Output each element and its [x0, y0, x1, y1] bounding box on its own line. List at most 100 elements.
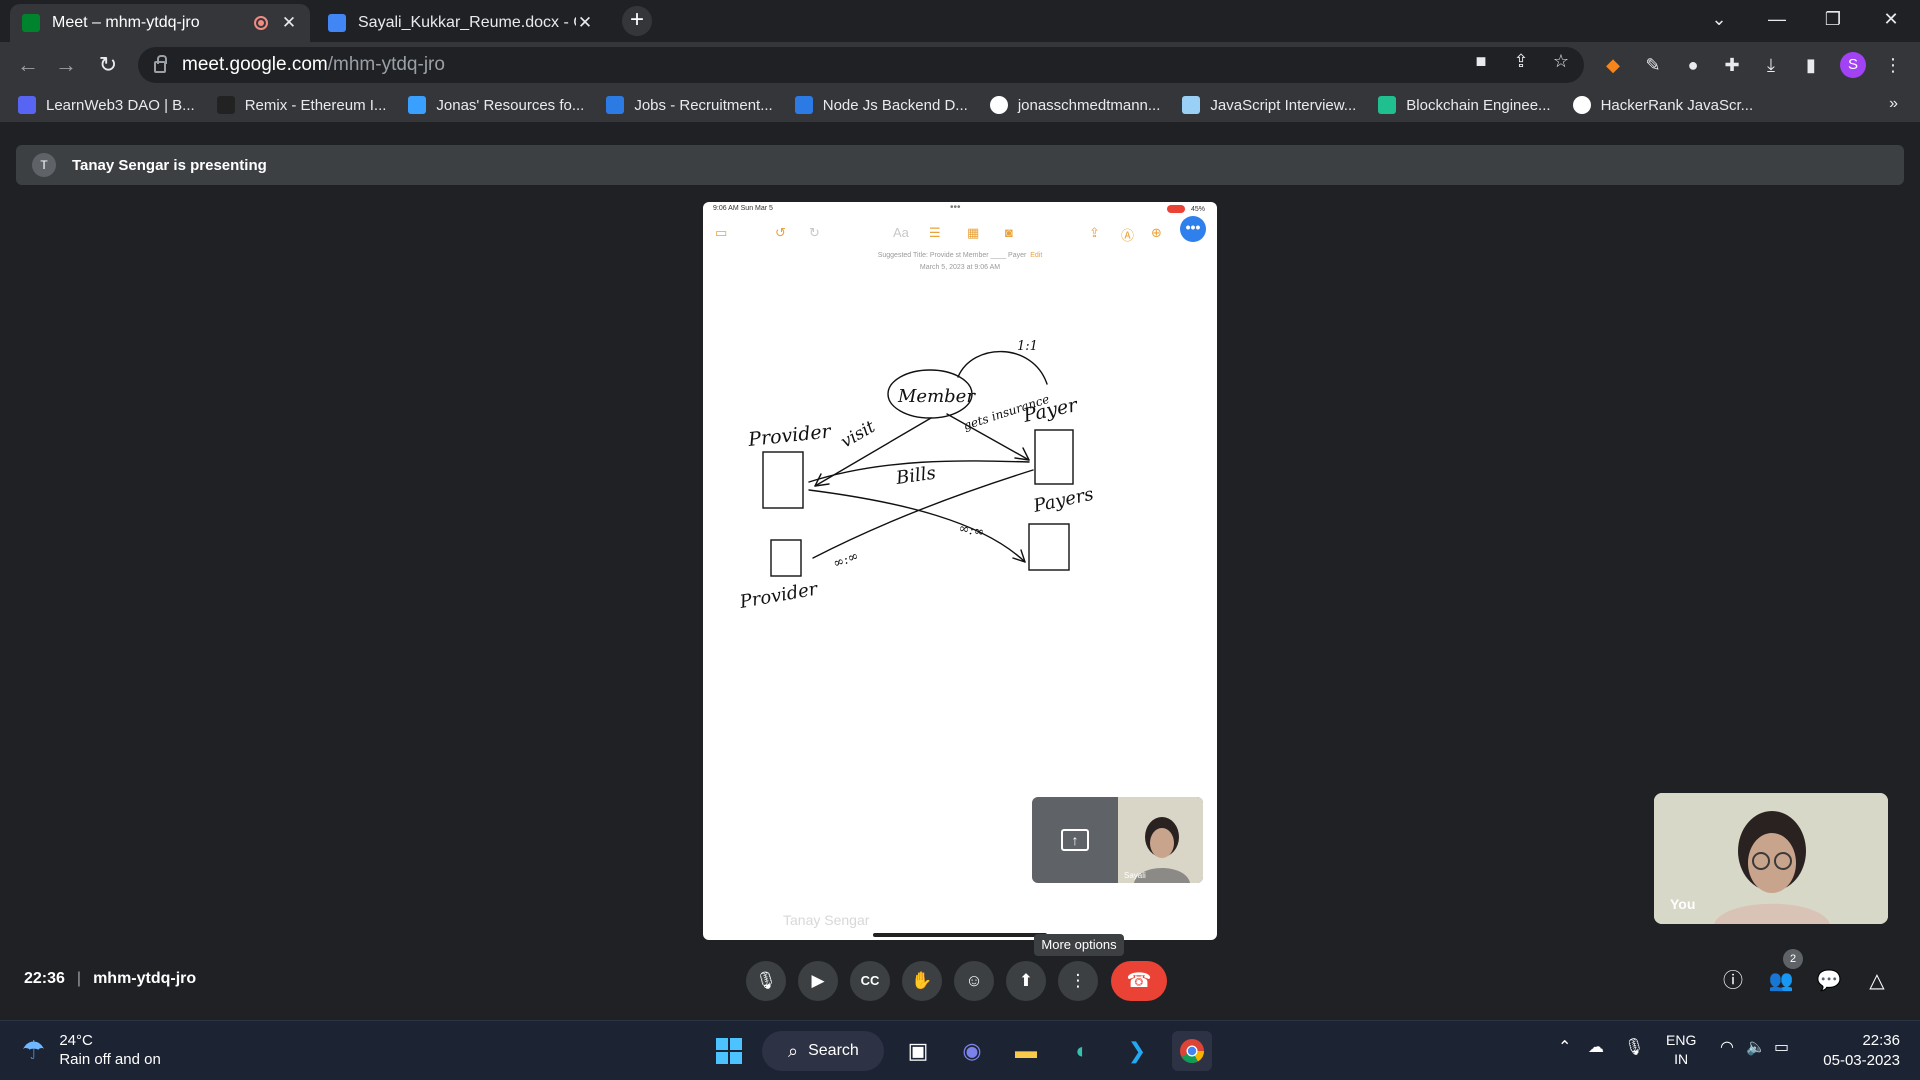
- sketch-label-provider: Provider: [746, 420, 833, 451]
- close-tab-icon[interactable]: ✕: [280, 13, 298, 33]
- mini-participant-name: Sayali: [1124, 871, 1146, 880]
- browser-toolbar: ← → ↻ meet.google.com/mhm-ytdq-jro ■ ⇪ ☆: [0, 42, 1920, 88]
- leave-call-button[interactable]: ☎: [1111, 961, 1167, 1001]
- captions-button[interactable]: CC: [850, 961, 890, 1001]
- provider-payers-arrow: [808, 489, 1026, 563]
- sketch-label-ratio: 1:1: [1017, 339, 1038, 354]
- minimize-button[interactable]: —: [1752, 0, 1802, 38]
- sketch-label-provider-2: Provider: [737, 578, 820, 613]
- umbrella-rain-icon: ☂: [22, 1034, 46, 1065]
- weather-widget[interactable]: ☂ 24°C Rain off and on: [22, 1031, 161, 1069]
- onedrive-cloud-icon[interactable]: ☁: [1588, 1037, 1604, 1057]
- checklist-icon: ☰: [929, 225, 941, 240]
- weather-text: Rain off and on: [59, 1051, 161, 1068]
- tab-title: Meet – mhm-ytdq-jro: [52, 14, 200, 31]
- microphone-tray-icon[interactable]: 🎙: [1624, 1037, 1644, 1057]
- presenting-text: Tanay Sengar is presenting: [72, 156, 267, 174]
- tab-meet[interactable]: Meet – mhm-ytdq-jro ✕: [10, 4, 310, 42]
- undo-icon: ↺: [775, 225, 786, 240]
- share-note-icon: ⇪: [1089, 225, 1100, 240]
- camera-button[interactable]: ▶: [798, 961, 838, 1001]
- pen-extension-icon[interactable]: ✎: [1640, 52, 1666, 78]
- show-hidden-icons[interactable]: ⌃: [1558, 1037, 1571, 1057]
- raise-hand-button[interactable]: ✋: [902, 961, 942, 1001]
- vscode-icon[interactable]: ❯: [1117, 1031, 1157, 1071]
- reactions-button[interactable]: ☺: [954, 961, 994, 1001]
- bookmark-item[interactable]: Node Js Backend D...: [794, 96, 968, 114]
- volume-icon[interactable]: 🔈: [1746, 1037, 1766, 1057]
- chrome-taskbar-icon[interactable]: [1172, 1031, 1212, 1071]
- chrome-menu-icon[interactable]: ⋮: [1880, 52, 1906, 78]
- language-indicator[interactable]: ENG IN: [1666, 1031, 1696, 1069]
- share-icon[interactable]: ⇪: [1510, 50, 1532, 72]
- payer-box: [1034, 429, 1074, 485]
- moon-icon: [606, 96, 625, 114]
- bookmark-item[interactable]: Remix - Ethereum I...: [216, 96, 386, 114]
- chrome-logo-icon: [1180, 1039, 1204, 1064]
- circle-extension-icon[interactable]: ●: [1680, 52, 1706, 78]
- close-tab-icon[interactable]: ✕: [576, 13, 594, 33]
- ipad-home-indicator: [873, 933, 1047, 937]
- provider-box-2: [770, 539, 802, 577]
- file-explorer-icon[interactable]: ▬: [1006, 1031, 1046, 1071]
- tab-search-icon[interactable]: ⌄: [1694, 0, 1744, 38]
- more-options-tooltip: More options: [1034, 934, 1124, 956]
- remix-icon: [216, 96, 235, 114]
- close-window-button[interactable]: ✕: [1866, 0, 1916, 38]
- recording-indicator-icon: [254, 16, 268, 30]
- bookmark-item[interactable]: HackerRank JavaScr...: [1572, 96, 1753, 114]
- metamask-extension-icon[interactable]: ◆: [1600, 52, 1626, 78]
- address-bar[interactable]: meet.google.com/mhm-ytdq-jro: [138, 47, 1584, 83]
- teams-chat-icon[interactable]: ◉: [952, 1031, 992, 1071]
- new-tab-button[interactable]: +: [622, 6, 652, 36]
- more-options-button[interactable]: ⋮: [1058, 961, 1098, 1001]
- wifi-icon[interactable]: ◠: [1720, 1037, 1734, 1057]
- present-screen-icon[interactable]: ↑: [1032, 797, 1118, 883]
- windows-logo-icon: [716, 1038, 742, 1064]
- one-to-one-arc: [957, 350, 1048, 385]
- task-view-icon[interactable]: ▣: [898, 1031, 938, 1071]
- restore-button[interactable]: ❐: [1808, 0, 1858, 38]
- bookmark-item[interactable]: JavaScript Interview...: [1182, 96, 1356, 114]
- edge-browser-icon[interactable]: ◐: [1062, 1031, 1102, 1071]
- profile-avatar[interactable]: S: [1840, 52, 1866, 78]
- bookmark-item[interactable]: Jobs - Recruitment...: [606, 96, 773, 114]
- bookmark-star-icon[interactable]: ☆: [1550, 50, 1572, 72]
- people-icon[interactable]: 👥: [1766, 966, 1796, 996]
- learnweb3-icon: [18, 96, 36, 114]
- search-icon: ⌕: [788, 1040, 799, 1061]
- side-panel-icon[interactable]: ▮: [1798, 52, 1824, 78]
- reload-icon[interactable]: ↻: [94, 51, 122, 79]
- meeting-info-icon[interactable]: ⓘ: [1718, 966, 1748, 996]
- camera-icon: ◙: [1005, 225, 1013, 240]
- self-preview-mini[interactable]: ↑ Sayali: [1032, 797, 1203, 883]
- bookmark-item[interactable]: Jonas' Resources fo...: [408, 96, 584, 114]
- notes-toolbar: ▭ ↺ ↻ Aa ☰ ▦ ◙ ⇪ Ⓐ ⊕: [703, 220, 1217, 244]
- forward-icon[interactable]: →: [52, 51, 80, 79]
- handwritten-sketch: Member 1:1 Provider visit gets insurance…: [737, 339, 1095, 613]
- microphone-button[interactable]: 🎙: [746, 961, 786, 1001]
- ipad-status-time: 9:06 AM Sun Mar 5: [713, 205, 773, 212]
- taskbar-search[interactable]: ⌕ Search: [762, 1031, 884, 1071]
- present-now-button[interactable]: ⬆: [1006, 961, 1046, 1001]
- tab-docs[interactable]: Sayali_Kukkar_Reume.docx - Goo ✕: [316, 4, 606, 42]
- download-icon[interactable]: ⤓: [1758, 52, 1784, 78]
- windows-start-icon[interactable]: [709, 1031, 749, 1071]
- bookmark-item[interactable]: jonasschmedtmann...: [989, 96, 1160, 114]
- sketch-label-bills: Bills: [894, 463, 937, 489]
- table-icon: ▦: [967, 225, 980, 240]
- back-icon[interactable]: ←: [14, 51, 42, 79]
- ipad-multitask-icon: •••: [950, 202, 961, 213]
- extensions-puzzle-icon[interactable]: ✚: [1719, 52, 1745, 78]
- camera-in-use-icon[interactable]: ■: [1470, 50, 1492, 72]
- more-bookmarks-icon[interactable]: »: [1889, 95, 1898, 113]
- chat-icon[interactable]: 💬: [1814, 966, 1844, 996]
- mountain-icon: [1182, 96, 1201, 114]
- diamond-icon: [408, 96, 427, 114]
- bookmark-item[interactable]: LearnWeb3 DAO | B...: [18, 96, 195, 114]
- battery-icon[interactable]: ▭: [1774, 1037, 1789, 1057]
- activities-icon[interactable]: △: [1862, 966, 1892, 996]
- self-video-tile[interactable]: You: [1654, 793, 1888, 924]
- taskbar-clock[interactable]: 22:36 05-03-2023: [1810, 1031, 1900, 1071]
- bookmark-item[interactable]: Blockchain Enginee...: [1378, 96, 1551, 114]
